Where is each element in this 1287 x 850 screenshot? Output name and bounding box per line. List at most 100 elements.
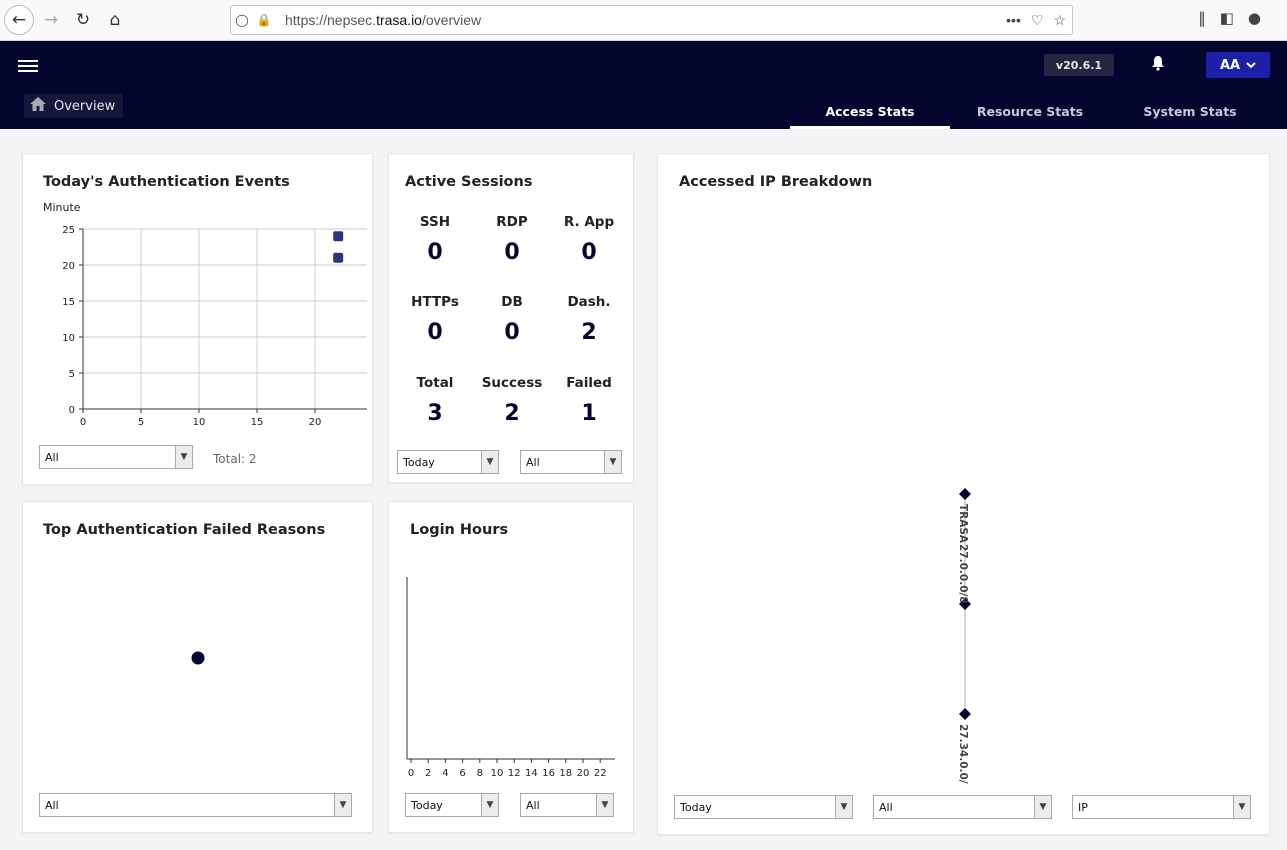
auth-events-filter-select[interactable]: All ▼ <box>39 445 193 469</box>
stat-label: RDP <box>496 214 528 230</box>
failed-reasons-card: Top Authentication Failed Reasons All ▼ <box>22 501 373 833</box>
x-tick-label: 20 <box>577 768 590 779</box>
ip-type-select[interactable]: All ▼ <box>873 795 1052 819</box>
tree-node-label-root: TRASA <box>957 504 969 544</box>
x-tick-label: 10 <box>491 768 504 779</box>
breadcrumb-label: Overview <box>54 98 116 114</box>
bell-icon[interactable] <box>1151 55 1165 75</box>
stat-label: R. App <box>563 214 615 230</box>
stat-value: 1 <box>581 401 597 426</box>
x-tick-label: 0 <box>408 768 414 779</box>
x-tick-label: 8 <box>477 768 483 779</box>
scatter-point <box>333 231 344 242</box>
library-icon[interactable]: ‖ <box>1198 9 1206 27</box>
stat-label: HTTPs <box>411 294 459 310</box>
login-hours-period-select[interactable]: Today ▼ <box>405 793 499 817</box>
x-tick-label: 2 <box>425 768 431 779</box>
x-tick-label: 12 <box>508 768 521 779</box>
select-value: All <box>879 800 893 814</box>
home-icon <box>30 97 46 115</box>
chevron-down-icon: ▼ <box>334 794 351 816</box>
forward-arrow-icon[interactable]: → <box>36 5 66 35</box>
total-count: Total: 2 <box>213 452 257 466</box>
select-value: Today <box>403 455 435 469</box>
failed-reasons-filter-select[interactable]: All ▼ <box>39 793 352 817</box>
sidebar-icon[interactable]: ◧ <box>1220 9 1234 27</box>
auth-events-card: Today's Authentication Events Minute 0 5 1… <box>22 153 373 485</box>
card-title: Active Sessions <box>405 174 533 190</box>
stat-value: 0 <box>427 240 443 265</box>
x-tick-label: 10 <box>193 417 206 428</box>
select-value: All <box>526 798 540 812</box>
y-tick-label: 0 <box>69 405 75 416</box>
pie-slice <box>191 651 205 665</box>
y-tick-label: 15 <box>62 297 75 308</box>
ip-group-select[interactable]: IP ▼ <box>1072 795 1251 819</box>
ip-period-select[interactable]: Today ▼ <box>674 795 853 819</box>
tree-node-label-level-1: 27.0.0.0/8 <box>957 544 969 604</box>
chevron-down-icon: ▼ <box>604 451 621 473</box>
card-title: Today's Authentication Events <box>43 174 290 190</box>
login-hours-type-select[interactable]: All ▼ <box>520 793 614 817</box>
bookmark-star-icon[interactable]: ☆ <box>1053 12 1066 29</box>
tab-access-stats[interactable]: Access Stats <box>790 93 950 129</box>
x-tick-label: 14 <box>525 768 538 779</box>
stat-value: 3 <box>427 401 443 426</box>
app-header: v20.6.1 AA Overview Access Stats Resourc… <box>0 41 1287 129</box>
shield-icon: ◯ <box>235 13 249 27</box>
stat-value: 0 <box>504 320 520 345</box>
stat-value: 0 <box>427 320 443 345</box>
url-text: https://nepsec.trasa.io/overview <box>285 12 482 28</box>
select-value: All <box>526 455 540 469</box>
stat-label: Dash. <box>567 294 611 310</box>
x-tick-label: 20 <box>309 417 322 428</box>
select-value: Today <box>411 798 443 812</box>
select-value: Today <box>680 800 712 814</box>
ip-tree-diagram: TRASA 27.0.0.0/8 27.34.0.0/16 <box>957 488 971 784</box>
account-icon[interactable]: ● <box>1248 9 1261 27</box>
lock-icon: 🔒 <box>256 13 272 27</box>
card-title: Accessed IP Breakdown <box>679 174 873 190</box>
chevron-down-icon <box>1246 58 1256 73</box>
chevron-down-icon: ▼ <box>481 451 498 473</box>
select-value: All <box>45 450 59 464</box>
y-tick-label: 25 <box>62 225 75 236</box>
stat-value: 2 <box>581 320 597 345</box>
reload-icon[interactable]: ↻ <box>68 5 98 35</box>
failed-reasons-pie-chart <box>191 651 205 665</box>
more-icon[interactable]: ••• <box>1006 12 1021 29</box>
login-hours-card: Login Hours 0 2 4 6 8 10 12 14 16 18 20 22 Today ▼ … <box>388 501 634 833</box>
ip-breakdown-card: Accessed IP Breakdown TRASA 27.0.0.0/8 2… <box>657 153 1270 835</box>
version-badge: v20.6.1 <box>1044 54 1114 76</box>
stat-label: Failed <box>566 375 612 391</box>
sessions-type-select[interactable]: All ▼ <box>520 450 622 474</box>
x-tick-label: 6 <box>459 768 465 779</box>
menu-icon[interactable] <box>18 57 38 75</box>
y-tick-label: 20 <box>62 261 75 272</box>
login-hours-bar-chart: 0 2 4 6 8 10 12 14 16 18 20 22 <box>406 577 615 779</box>
address-bar[interactable]: ◯ 🔒 https://nepsec.trasa.io/overview •••… <box>230 5 1073 35</box>
chevron-down-icon: ▼ <box>596 794 613 816</box>
y-tick-label: 5 <box>69 369 75 380</box>
x-tick-label: 5 <box>138 417 144 428</box>
stats-tabs: Access Stats Resource Stats System Stats <box>790 93 1270 129</box>
back-arrow-icon[interactable]: ← <box>4 5 34 35</box>
chevron-down-icon: ▼ <box>835 796 852 818</box>
scatter-point <box>333 252 344 263</box>
pocket-icon[interactable]: ♡ <box>1031 12 1044 29</box>
x-tick-label: 15 <box>251 417 264 428</box>
user-initials: AA <box>1219 57 1241 73</box>
browser-toolbar: ← → ↻ ⌂ ◯ 🔒 https://nepsec.trasa.io/over… <box>0 0 1287 41</box>
stat-value: 2 <box>504 401 520 426</box>
user-menu-button[interactable]: AA <box>1206 52 1270 78</box>
breadcrumb[interactable]: Overview <box>24 94 124 118</box>
x-tick-label: 0 <box>80 417 86 428</box>
chevron-down-icon: ▼ <box>1034 796 1051 818</box>
tab-system-stats[interactable]: System Stats <box>1110 93 1270 129</box>
home-icon[interactable]: ⌂ <box>100 5 130 35</box>
stat-value: 0 <box>581 240 597 265</box>
chevron-down-icon: ▼ <box>481 794 498 816</box>
sessions-period-select[interactable]: Today ▼ <box>397 450 499 474</box>
y-axis-label: Minute <box>43 201 81 214</box>
tab-resource-stats[interactable]: Resource Stats <box>950 93 1110 129</box>
